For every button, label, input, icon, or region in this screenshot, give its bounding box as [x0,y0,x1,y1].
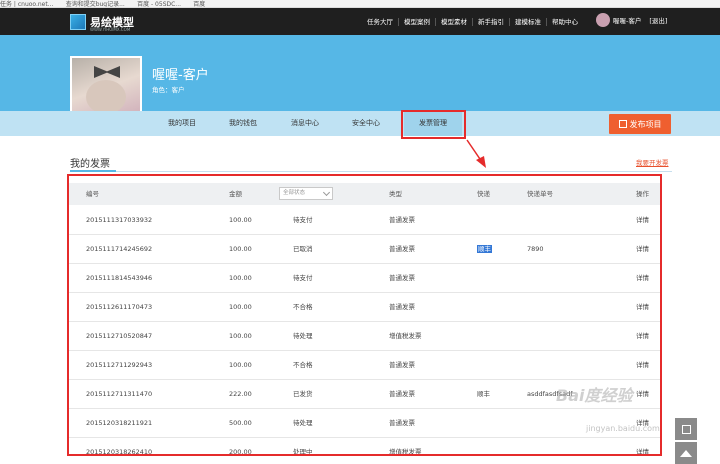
header-number: 编号 [86,190,99,198]
cell-status: 待处理 [293,419,313,427]
table-row: 2015120318211921 500.00 待处理 普通发票 详情 [69,409,660,438]
cell-status: 处理中 [293,448,313,456]
cell-type: 普通发票 [389,303,415,311]
back-to-top-button[interactable] [675,442,697,464]
arrow-up-icon [680,449,692,457]
cell-type: 普通发票 [389,361,415,369]
external-link-icon [681,424,691,434]
cell-amount: 100.00 [229,274,252,282]
cell-action[interactable]: 详情 [636,264,649,293]
cell-type: 普通发票 [389,245,415,253]
cell-type: 增值税发票 [389,448,422,456]
table-row: 2015120318262410 200.00 处理中 增值税发票 详情 [69,438,660,456]
cell-amount: 100.00 [229,332,252,340]
selected-text: 顺丰 [477,245,492,253]
chevron-down-icon [322,188,331,197]
cell-number: 2015112611170473 [86,303,153,311]
cell-number: 2015120318262410 [86,448,153,456]
cell-number: 2015112711292943 [86,361,153,369]
section-accent-bar [70,170,116,172]
table-header: 编号 金额 全部状态 类型 快递 快递单号 操作 [69,183,660,205]
header-action: 操作 [636,190,649,198]
share-button[interactable] [675,418,697,440]
cell-status: 已发货 [293,390,313,398]
annotation-arrow-head [476,156,486,168]
cell-status: 已取消 [293,245,313,253]
cell-status: 不合格 [293,361,313,369]
cell-status: 不合格 [293,303,313,311]
watermark-logo: Bai度经验 [556,386,633,405]
cell-action[interactable]: 详情 [636,293,649,322]
cell-type: 普通发票 [389,216,415,224]
cell-action[interactable]: 详情 [636,438,649,454]
cell-express: 顺丰 [477,390,490,398]
table-row: 2015112611170473 100.00 不合格 普通发票 详情 [69,293,660,322]
status-filter-select[interactable]: 全部状态 [279,187,333,200]
header-type: 类型 [389,190,402,198]
table-row: 2015112711292943 100.00 不合格 普通发票 详情 [69,351,660,380]
status-filter-value: 全部状态 [283,190,306,196]
invoice-table: 编号 金额 全部状态 类型 快递 快递单号 操作 201511131703393… [67,174,662,456]
cell-type: 增值税发票 [389,332,422,340]
header-amount: 金额 [229,190,242,198]
cell-amount: 100.00 [229,303,252,311]
table-row: 2015111814543946 100.00 待支付 普通发票 详情 [69,264,660,293]
section-title: 我的发票 [70,159,110,170]
header-express: 快递 [477,190,490,198]
cell-number: 2015120318211921 [86,419,153,427]
cell-number: 2015111814543946 [86,274,153,282]
cell-type: 普通发票 [389,390,415,398]
table-row: 2015112710520847 100.00 待处理 增值税发票 详情 [69,322,660,351]
cell-status: 待支付 [293,274,313,282]
cell-action[interactable]: 详情 [636,322,649,351]
cell-amount: 100.00 [229,216,252,224]
cell-number: 2015111714245692 [86,245,153,253]
cell-number: 2015112711311470 [86,390,153,398]
section-divider [70,171,672,172]
watermark-url: jingyan.baidu.com [586,424,660,433]
cell-type: 普通发票 [389,274,415,282]
cell-status: 待处理 [293,332,313,340]
cell-amount: 200.00 [229,448,252,456]
cell-amount: 100.00 [229,245,252,253]
cell-action[interactable]: 详情 [636,380,649,409]
cell-amount: 500.00 [229,419,252,427]
cell-action[interactable]: 详情 [636,351,649,380]
cell-status: 待支付 [293,216,313,224]
cell-action[interactable]: 详情 [636,235,649,264]
table-row: 2015111317033932 100.00 待支付 普通发票 详情 [69,206,660,235]
apply-invoice-link[interactable]: 我要开发票 [636,157,669,167]
cell-express: 顺丰 [477,235,492,264]
cell-action[interactable]: 详情 [636,206,649,235]
table-row: 2015111714245692 100.00 已取消 普通发票 顺丰 7890 详情 [69,235,660,264]
cell-type: 普通发票 [389,419,415,427]
cell-tracking: 7890 [527,245,544,253]
cell-number: 2015111317033932 [86,216,153,224]
cell-number: 2015112710520847 [86,332,153,340]
cell-amount: 100.00 [229,361,252,369]
cell-amount: 222.00 [229,390,252,398]
header-tracking: 快递单号 [527,190,553,198]
